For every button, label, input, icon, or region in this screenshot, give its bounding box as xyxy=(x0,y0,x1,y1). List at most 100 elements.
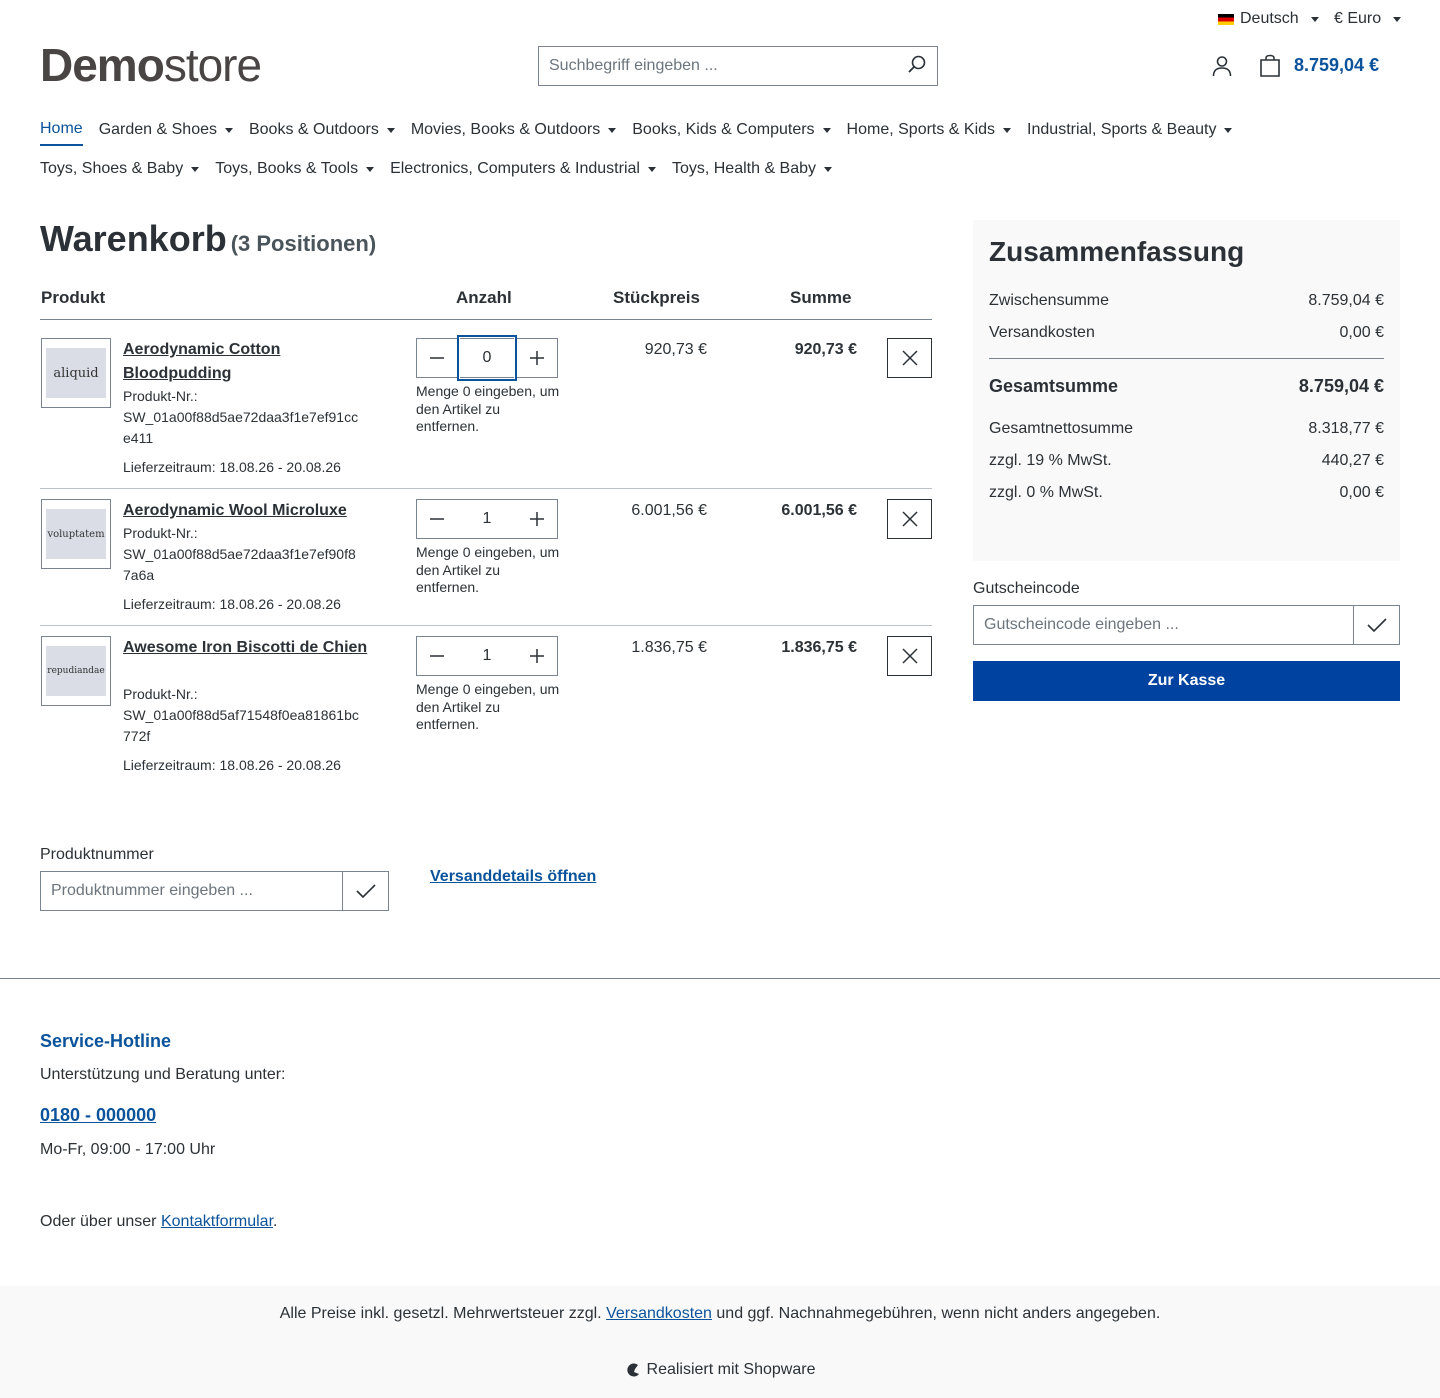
quantity-hint: Menge 0 eingeben, um den Artikel zu entf… xyxy=(416,383,560,434)
nav-item-toys-shoes-baby[interactable]: Toys, Shoes & Baby xyxy=(40,160,200,184)
language-label: Deutsch xyxy=(1240,10,1299,27)
main-nav-row-1: Home Garden & Shoes Books & Outdoors Mov… xyxy=(40,120,1248,146)
nav-item-home-sports-kids[interactable]: Home, Sports & Kids xyxy=(847,120,1012,146)
search-icon[interactable] xyxy=(907,54,927,79)
store-logo[interactable]: Demostore xyxy=(40,38,262,92)
summary-title: Zusammenfassung xyxy=(989,236,1245,267)
line-total: 920,73 € xyxy=(794,341,857,358)
voucher-submit-button[interactable] xyxy=(1353,606,1399,644)
minus-icon[interactable] xyxy=(417,339,457,377)
account-icon[interactable] xyxy=(1210,54,1234,83)
minus-icon[interactable] xyxy=(417,637,457,675)
voucher-label: Gutscheincode xyxy=(973,580,1080,597)
chevron-down-icon xyxy=(1003,127,1012,133)
nav-item-books-outdoors[interactable]: Books & Outdoors xyxy=(249,120,395,146)
hotline-phone[interactable]: 0180 - 000000 xyxy=(40,1105,156,1126)
quantity-stepper: 1 xyxy=(416,499,558,539)
footer-bottom: Alle Preise inkl. gesetzl. Mehrwertsteue… xyxy=(0,1286,1440,1398)
product-number-input[interactable] xyxy=(41,872,342,910)
shipping-row: Versandkosten 0,00 € xyxy=(989,324,1384,341)
row-divider xyxy=(40,625,932,626)
delivery-time: Lieferzeitraum: 18.08.26 - 20.08.26 xyxy=(123,757,341,773)
shipping-costs-link[interactable]: Versandkosten xyxy=(606,1305,712,1322)
currency-switcher[interactable]: € Euro xyxy=(1334,10,1402,28)
search-bar xyxy=(538,46,938,86)
plus-icon[interactable] xyxy=(517,637,557,675)
nav-item-books-kids-computers[interactable]: Books, Kids & Computers xyxy=(632,120,831,146)
shopware-icon xyxy=(626,1363,639,1377)
chevron-down-icon xyxy=(224,127,233,133)
minus-icon[interactable] xyxy=(417,500,457,538)
item-count: (3 Positionen) xyxy=(230,231,377,256)
checkout-button[interactable]: Zur Kasse xyxy=(973,661,1400,701)
main-nav-row-2: Toys, Shoes & Baby Toys, Books & Tools E… xyxy=(40,160,848,184)
quantity-input[interactable]: 1 xyxy=(457,500,517,538)
quantity-hint: Menge 0 eingeben, um den Artikel zu entf… xyxy=(416,681,560,732)
cart-total[interactable]: 8.759,04 € xyxy=(1294,55,1379,76)
product-number-submit-button[interactable] xyxy=(342,872,388,910)
footer-divider xyxy=(0,978,1440,979)
nav-item-home[interactable]: Home xyxy=(40,120,83,146)
product-number: Produkt-Nr.: SW_01a00f88d5af71548f0ea8186… xyxy=(123,686,359,744)
tax0-row: zzgl. 0 % MwSt. 0,00 € xyxy=(989,484,1384,501)
column-product: Produkt xyxy=(41,288,106,307)
remove-item-button[interactable] xyxy=(887,338,932,378)
close-icon xyxy=(901,648,918,664)
close-icon xyxy=(901,511,918,527)
shipping-details-link[interactable]: Versanddetails öffnen xyxy=(430,868,596,886)
quantity-input[interactable]: 0 xyxy=(457,335,517,381)
hotline-title: Service-Hotline xyxy=(40,1031,172,1051)
plus-icon[interactable] xyxy=(517,500,557,538)
product-number-form xyxy=(40,871,389,911)
chevron-down-icon xyxy=(191,166,200,172)
subtotal-row: Zwischensumme 8.759,04 € xyxy=(989,292,1384,309)
line-total: 6.001,56 € xyxy=(781,502,857,519)
column-total: Summe xyxy=(790,288,852,307)
remove-item-button[interactable] xyxy=(887,499,932,539)
chevron-down-icon xyxy=(366,166,375,172)
nav-item-movies-books-outdoors[interactable]: Movies, Books & Outdoors xyxy=(411,120,617,146)
nav-item-toys-books-tools[interactable]: Toys, Books & Tools xyxy=(215,160,375,184)
product-name[interactable]: Awesome Iron Biscotti de Chien xyxy=(123,636,383,660)
product-image[interactable]: repudiandae xyxy=(41,636,111,706)
quantity-stepper: 0 xyxy=(416,335,558,381)
nav-item-electronics-computers-industrial[interactable]: Electronics, Computers & Industrial xyxy=(390,160,656,184)
chevron-down-icon xyxy=(1393,16,1402,22)
delivery-time: Lieferzeitraum: 18.08.26 - 20.08.26 xyxy=(123,459,341,475)
nav-item-industrial-sports-beauty[interactable]: Industrial, Sports & Beauty xyxy=(1027,120,1233,146)
remove-item-button[interactable] xyxy=(887,636,932,676)
currency-label: € Euro xyxy=(1334,10,1382,27)
quantity-stepper: 1 xyxy=(416,636,558,676)
nav-item-garden-shoes[interactable]: Garden & Shoes xyxy=(99,120,233,146)
product-name[interactable]: Aerodynamic Wool Microluxe xyxy=(123,499,383,523)
contact-form-link[interactable]: Kontaktformular xyxy=(161,1213,273,1230)
voucher-input[interactable] xyxy=(974,606,1353,644)
unit-price: 6.001,56 € xyxy=(631,502,707,519)
delivery-time: Lieferzeitraum: 18.08.26 - 20.08.26 xyxy=(123,596,341,612)
grand-total-row: Gesamtsumme 8.759,04 € xyxy=(989,376,1384,396)
logo-light: store xyxy=(163,39,262,91)
language-switcher[interactable]: Deutsch xyxy=(1218,10,1319,28)
chevron-down-icon xyxy=(824,166,833,172)
line-total: 1.836,75 € xyxy=(781,639,857,656)
search-input[interactable] xyxy=(549,57,907,75)
order-summary: Zusammenfassung Zwischensumme 8.759,04 € … xyxy=(973,220,1400,561)
product-name[interactable]: Aerodynamic Cotton Bloodpudding xyxy=(123,338,383,386)
chevron-down-icon xyxy=(647,166,656,172)
unit-price: 1.836,75 € xyxy=(631,639,707,656)
plus-icon[interactable] xyxy=(517,339,557,377)
logo-bold: Demo xyxy=(40,39,165,91)
cart-icon[interactable] xyxy=(1258,54,1282,83)
nav-item-toys-health-baby[interactable]: Toys, Health & Baby xyxy=(672,160,833,184)
product-image[interactable]: voluptatem xyxy=(41,499,111,569)
german-flag-icon xyxy=(1218,13,1234,25)
chevron-down-icon xyxy=(1310,16,1319,22)
quantity-input[interactable]: 1 xyxy=(457,637,517,675)
close-icon xyxy=(901,350,918,366)
product-image[interactable]: aliquid xyxy=(41,338,111,408)
tax19-row: zzgl. 19 % MwSt. 440,27 € xyxy=(989,452,1384,469)
product-number: Produkt-Nr.: SW_01a00f88d5ae72daa3f1e7ef9… xyxy=(123,525,356,583)
column-unit-price: Stückpreis xyxy=(613,288,700,307)
powered-by[interactable]: Realisiert mit Shopware xyxy=(0,1361,1440,1379)
checkmark-icon xyxy=(355,884,376,899)
